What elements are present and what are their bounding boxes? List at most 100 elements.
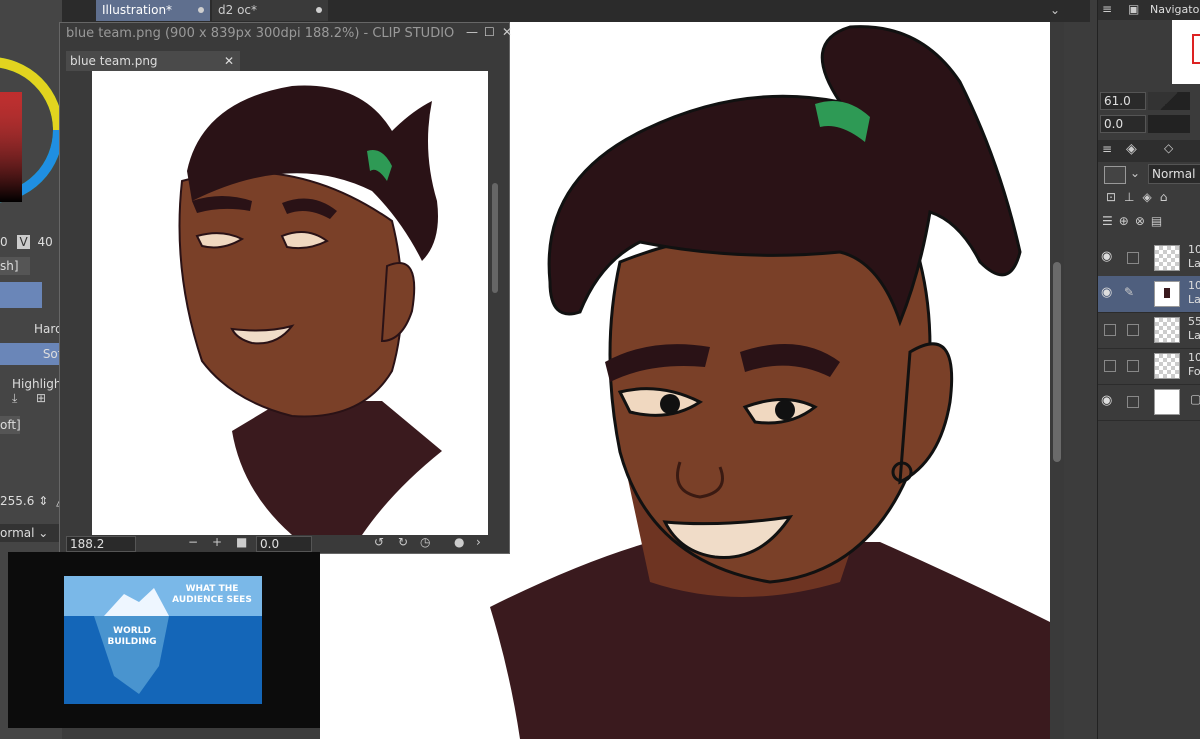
tab-close-icon[interactable]: ✕ <box>224 51 234 71</box>
v-value: 40 <box>37 235 53 249</box>
layer-lock-checkbox[interactable] <box>1127 324 1139 336</box>
blend-mode-value: ormal <box>0 526 35 540</box>
rotation-value: 0.0 <box>260 537 280 551</box>
brush-size-field[interactable]: 61.0 <box>1100 92 1146 110</box>
menu-icon[interactable]: ≡ <box>1102 2 1112 16</box>
rotate-left-icon[interactable]: ↺ <box>374 535 384 549</box>
maximize-icon[interactable]: ☐ <box>484 25 495 39</box>
brush-size-slider[interactable] <box>1148 92 1190 110</box>
chevron-down-icon[interactable]: ⌄ <box>1130 166 1140 180</box>
layer-row[interactable]: ◉ 10 La <box>1098 240 1200 277</box>
ref-shirt <box>232 401 442 535</box>
layer-row[interactable]: 55 La <box>1098 312 1200 349</box>
paper-layer-icon: ▢ <box>1190 392 1200 406</box>
eye-icon[interactable]: ◉ <box>1101 285 1112 300</box>
layer-visibility-checkbox[interactable] <box>1104 360 1116 372</box>
brush-tab[interactable]: sh] <box>0 257 30 275</box>
layer-lock-checkbox[interactable] <box>1127 252 1139 264</box>
layer-thumbnail <box>1154 281 1180 307</box>
tab-close-dot-icon[interactable] <box>316 7 322 13</box>
brush-tab-label: sh] <box>0 259 19 273</box>
subwindow-scrollbar[interactable] <box>492 183 498 293</box>
layer-blend-select[interactable]: Normal <box>1148 164 1200 184</box>
ref-ear <box>380 262 416 343</box>
opacity-field[interactable]: 0.0 <box>1100 115 1146 133</box>
subwindow-tab-label: blue team.png <box>70 54 158 68</box>
flip-icon[interactable]: ● <box>454 535 464 549</box>
iceberg-image: WHAT THE AUDIENCE SEES WORLD BUILDING <box>64 576 262 704</box>
size-field[interactable]: 255.6 ⇕ △ <box>0 494 62 508</box>
tab-illustration[interactable]: Illustration* <box>96 0 210 21</box>
layer-blend-value: Normal <box>1152 167 1196 181</box>
opacity-slider[interactable] <box>1148 115 1190 133</box>
eye-icon[interactable]: ◉ <box>1101 393 1112 408</box>
highlight-option[interactable]: Highligh <box>12 377 61 391</box>
main-pupil-left <box>660 394 680 414</box>
blend-mode-select[interactable]: ormal ⌄ <box>0 524 62 542</box>
layer-thumbnail <box>1154 317 1180 343</box>
layer-row[interactable]: 10 Fo <box>1098 348 1200 385</box>
size-value: 255.6 <box>0 494 35 508</box>
soft-tab-label: oft] <box>0 418 21 432</box>
layer-row-paper[interactable]: ◉ ▢ <box>1098 384 1200 421</box>
layer-property-icon[interactable]: ◇ <box>1164 141 1173 155</box>
highlight-label: Highligh <box>12 377 62 391</box>
layer-row-selected[interactable]: ◉ ✎ 10 La <box>1098 276 1200 313</box>
sub-view-window[interactable]: blue team.png (900 x 839px 300dpi 188.2%… <box>59 22 512 554</box>
layer-name: 10 La <box>1188 243 1200 270</box>
canvas-vertical-scrollbar[interactable] <box>1050 22 1064 739</box>
layer-tool-icons[interactable]: ⊡⊥◈⌂ <box>1106 190 1175 204</box>
brush-preview[interactable] <box>0 282 42 308</box>
hard-label: Hard <box>34 322 62 336</box>
download-icon[interactable]: ⤓ <box>12 391 17 406</box>
layer-visibility-checkbox[interactable] <box>1104 324 1116 336</box>
tab-illustration-label: Illustration* <box>102 3 173 17</box>
tab-close-dot-icon[interactable] <box>198 7 204 13</box>
v-label: V <box>17 235 30 249</box>
layer-lock-checkbox[interactable] <box>1127 360 1139 372</box>
video-caption-top: WHAT THE AUDIENCE SEES <box>172 584 252 605</box>
fit-icon[interactable]: ■ <box>236 535 247 549</box>
soft-tab[interactable]: oft] <box>0 416 21 434</box>
color-wheel[interactable] <box>0 20 60 240</box>
layer-color-swatch[interactable] <box>1104 166 1126 184</box>
subwindow-status-bar: 188.2 − + ■ 0.0 ↺ ↻ ◷ ● › <box>62 535 507 553</box>
tab-d2-oc-label: d2 oc* <box>218 3 258 17</box>
layer-lock-checkbox[interactable] <box>1127 396 1139 408</box>
reference-canvas[interactable] <box>92 71 488 535</box>
right-panel: ≡ ▣ Navigator 61.0 0.0 ≡ ◈ ◇ ⌄ Normal ⊡⊥… <box>1097 0 1200 739</box>
close-icon[interactable]: ✕ <box>502 25 512 39</box>
pencil-icon[interactable]: ✎ <box>1124 285 1134 299</box>
layer-name: 10 Fo <box>1188 351 1200 378</box>
video-caption-bottom: WORLD BUILDING <box>107 626 157 647</box>
zoom-in-icon[interactable]: + <box>212 535 222 549</box>
layer-action-icons[interactable]: ☰⊕⊗▤ <box>1102 214 1168 228</box>
minimize-icon[interactable]: — <box>466 25 478 39</box>
layers-icon[interactable]: ◈ <box>1126 141 1137 157</box>
video-overlay[interactable]: WHAT THE AUDIENCE SEES WORLD BUILDING <box>8 552 320 728</box>
navigator-title: Navigator <box>1150 3 1200 16</box>
rotate-right-icon[interactable]: ↻ <box>398 535 408 549</box>
navigator-header: ≡ ▣ Navigator <box>1098 0 1200 20</box>
subwindow-title: blue team.png (900 x 839px 300dpi 188.2%… <box>66 26 455 41</box>
tab-list-chevron-icon[interactable]: ⌄ <box>1050 3 1060 17</box>
brush-size-value: 61.0 <box>1104 94 1131 108</box>
stepper-icon[interactable]: ⇕ <box>38 494 48 508</box>
next-icon[interactable]: › <box>476 535 481 549</box>
rotation-field[interactable]: 0.0 <box>256 536 312 552</box>
reset-rotation-icon[interactable]: ◷ <box>420 535 430 549</box>
subwindow-tab[interactable]: blue team.png ✕ <box>66 51 240 71</box>
zoom-out-icon[interactable]: − <box>188 535 198 549</box>
scrollbar-thumb[interactable] <box>1053 262 1061 462</box>
zoom-field[interactable]: 188.2 <box>66 536 136 552</box>
zoom-value: 188.2 <box>70 537 105 551</box>
navigator-preview[interactable] <box>1172 20 1200 84</box>
menu-icon[interactable]: ≡ <box>1102 142 1112 156</box>
add-icon[interactable]: ⊞ <box>36 391 46 405</box>
eye-icon[interactable]: ◉ <box>1101 249 1112 264</box>
tab-d2-oc[interactable]: d2 oc* <box>212 0 328 21</box>
document-tab-bar: Illustration* d2 oc* ⌄ <box>0 0 1090 22</box>
soft-option[interactable]: Sof <box>0 343 62 365</box>
hard-option[interactable]: Hard <box>34 322 62 336</box>
main-pupil-right <box>775 400 795 420</box>
